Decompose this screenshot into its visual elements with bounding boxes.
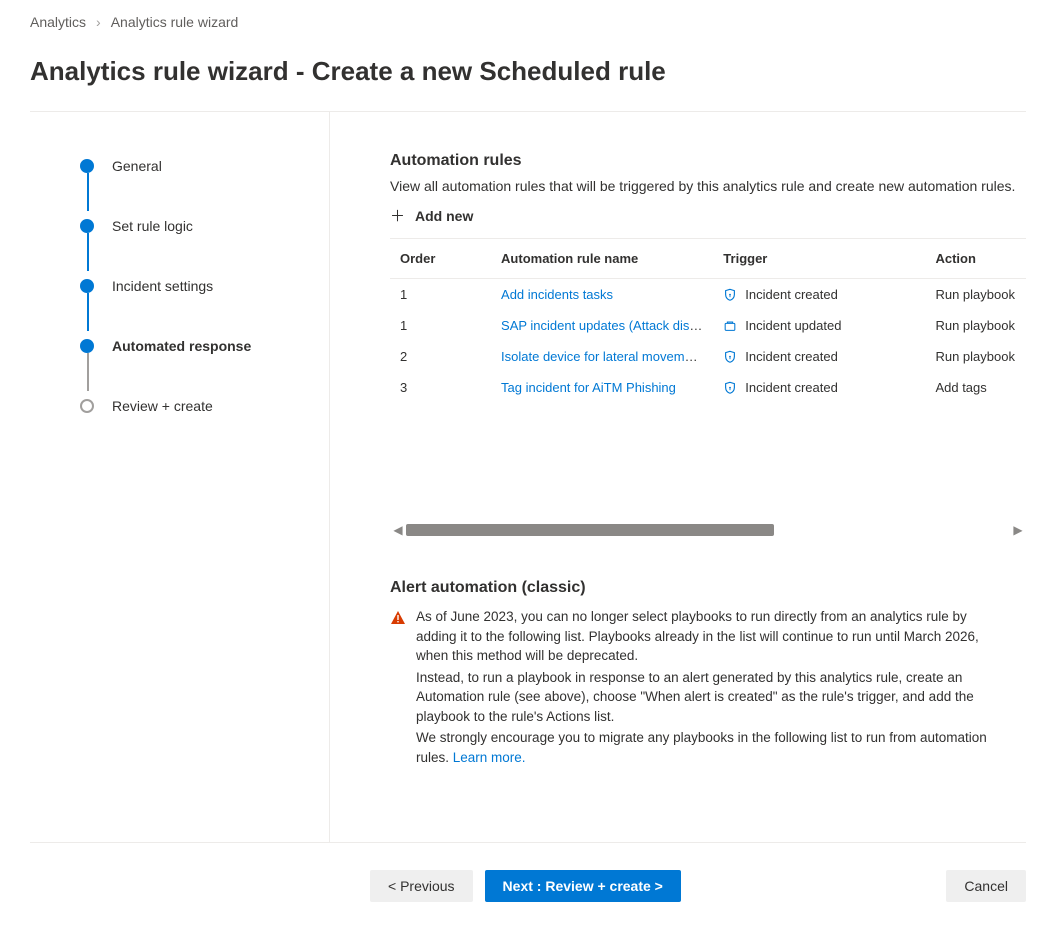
cancel-button[interactable]: Cancel bbox=[946, 870, 1026, 902]
cell-action: Run playbook bbox=[925, 341, 1026, 372]
horizontal-scrollbar[interactable]: ◀ ▶ bbox=[390, 523, 1026, 537]
cell-trigger: Incident created bbox=[745, 380, 838, 395]
shield-icon bbox=[723, 288, 737, 302]
step-automated-response[interactable]: Automated response bbox=[80, 332, 329, 360]
breadcrumb-root[interactable]: Analytics bbox=[30, 14, 86, 30]
cell-trigger: Incident created bbox=[745, 287, 838, 302]
scroll-right-icon[interactable]: ▶ bbox=[1010, 523, 1026, 537]
warning-icon bbox=[390, 610, 406, 626]
step-connector bbox=[87, 233, 89, 271]
breadcrumb-current: Analytics rule wizard bbox=[111, 14, 239, 30]
step-dot-icon bbox=[80, 159, 94, 173]
scroll-track[interactable] bbox=[406, 524, 1010, 536]
col-header-trigger[interactable]: Trigger bbox=[713, 239, 925, 279]
table-row[interactable]: 3 Tag incident for AiTM Phishing Inciden… bbox=[390, 372, 1026, 403]
col-header-order[interactable]: Order bbox=[390, 239, 491, 279]
step-dot-icon bbox=[80, 339, 94, 353]
rule-name-link[interactable]: Add incidents tasks bbox=[501, 287, 613, 302]
plus-icon: ＋ bbox=[390, 209, 405, 224]
rule-name-link[interactable]: Isolate device for lateral movement ta bbox=[501, 349, 713, 364]
step-label: General bbox=[112, 158, 162, 174]
table-header-row: Order Automation rule name Trigger Actio… bbox=[390, 239, 1026, 279]
scroll-thumb[interactable] bbox=[406, 524, 774, 536]
wizard-stepper: General Set rule logic Incident settings… bbox=[30, 112, 330, 842]
step-label: Review + create bbox=[112, 398, 213, 414]
warning-p2: Instead, to run a playbook in response t… bbox=[416, 668, 1002, 727]
cell-trigger: Incident created bbox=[745, 349, 838, 364]
cell-order: 3 bbox=[390, 372, 491, 403]
shield-icon bbox=[723, 381, 737, 395]
step-dot-icon bbox=[80, 279, 94, 293]
scroll-left-icon[interactable]: ◀ bbox=[390, 523, 406, 537]
wizard-footer: < Previous Next : Review + create > Canc… bbox=[0, 852, 1056, 930]
step-general[interactable]: General bbox=[80, 152, 329, 180]
table-row[interactable]: 2 Isolate device for lateral movement ta… bbox=[390, 341, 1026, 372]
step-connector bbox=[87, 173, 89, 211]
add-new-button[interactable]: ＋ Add new bbox=[390, 208, 1026, 224]
step-label: Incident settings bbox=[112, 278, 213, 294]
cell-trigger: Incident updated bbox=[745, 318, 841, 333]
previous-button[interactable]: < Previous bbox=[370, 870, 473, 902]
step-dot-icon bbox=[80, 399, 94, 413]
warning-text: As of June 2023, you can no longer selec… bbox=[416, 607, 1026, 770]
cell-action: Run playbook bbox=[925, 279, 1026, 311]
wizard-content: Automation rules View all automation rul… bbox=[330, 112, 1026, 842]
automation-rules-table: Order Automation rule name Trigger Actio… bbox=[390, 238, 1026, 403]
rule-name-link[interactable]: SAP incident updates (Attack disruptic bbox=[501, 318, 713, 333]
step-connector bbox=[87, 353, 89, 391]
cell-order: 1 bbox=[390, 310, 491, 341]
add-new-label: Add new bbox=[415, 208, 473, 224]
step-review-create[interactable]: Review + create bbox=[80, 392, 329, 420]
warning-p3: We strongly encourage you to migrate any… bbox=[416, 728, 1002, 767]
step-dot-icon bbox=[80, 219, 94, 233]
step-incident-settings[interactable]: Incident settings bbox=[80, 272, 329, 300]
chevron-right-icon: › bbox=[96, 14, 101, 30]
col-header-action[interactable]: Action bbox=[925, 239, 1026, 279]
col-header-name[interactable]: Automation rule name bbox=[491, 239, 713, 279]
alert-automation-classic-section: Alert automation (classic) As of June 20… bbox=[390, 579, 1026, 770]
alert-automation-heading: Alert automation (classic) bbox=[390, 579, 1026, 597]
step-label: Set rule logic bbox=[112, 218, 193, 234]
table-row[interactable]: 1 Add incidents tasks Incident created R… bbox=[390, 279, 1026, 311]
learn-more-link[interactable]: Learn more. bbox=[453, 750, 526, 765]
shield-icon bbox=[723, 350, 737, 364]
cell-order: 2 bbox=[390, 341, 491, 372]
cell-order: 1 bbox=[390, 279, 491, 311]
cell-action: Add tags bbox=[925, 372, 1026, 403]
page-title: Analytics rule wizard - Create a new Sch… bbox=[0, 44, 1056, 111]
step-label: Automated response bbox=[112, 338, 251, 354]
update-icon bbox=[723, 319, 737, 333]
warning-p1: As of June 2023, you can no longer selec… bbox=[416, 607, 1002, 666]
breadcrumb: Analytics › Analytics rule wizard bbox=[0, 0, 1056, 44]
next-button[interactable]: Next : Review + create > bbox=[485, 870, 681, 902]
rule-name-link[interactable]: Tag incident for AiTM Phishing bbox=[501, 380, 676, 395]
automation-rules-heading: Automation rules bbox=[390, 152, 1026, 170]
step-connector bbox=[87, 293, 89, 331]
step-set-rule-logic[interactable]: Set rule logic bbox=[80, 212, 329, 240]
table-row[interactable]: 1 SAP incident updates (Attack disruptic… bbox=[390, 310, 1026, 341]
automation-rules-description: View all automation rules that will be t… bbox=[390, 178, 1026, 194]
cell-action: Run playbook bbox=[925, 310, 1026, 341]
